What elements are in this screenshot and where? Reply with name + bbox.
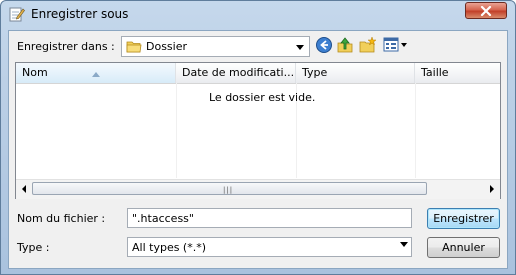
column-header-name-label: Nom [22, 66, 48, 79]
column-header-size[interactable]: Taille [415, 63, 500, 83]
column-header-name[interactable]: Nom [16, 63, 176, 83]
view-menu-button[interactable] [383, 36, 413, 56]
new-folder-icon [359, 36, 377, 53]
filetype-select[interactable]: All types (*.*) [127, 237, 412, 257]
horizontal-scrollbar[interactable]: ||| [16, 179, 500, 199]
sort-ascending-icon [92, 64, 100, 84]
filename-value: ".htaccess" [132, 212, 194, 225]
file-list-body[interactable]: Le dossier est vide. [16, 83, 500, 178]
column-header-type-label: Type [302, 66, 328, 79]
close-icon [480, 6, 492, 16]
column-header-row: Nom Date de modificati... Type Taille [16, 63, 500, 84]
create-folder-button[interactable] [359, 36, 379, 56]
filetype-label: Type : [17, 241, 50, 254]
back-button[interactable] [315, 36, 335, 56]
scroll-right-icon [490, 185, 494, 193]
chevron-down-icon[interactable] [293, 39, 307, 54]
dialog-client-area: Enregistrer dans : Dossier Nom Date de m… [8, 30, 508, 269]
cancel-button[interactable]: Annuler [427, 237, 500, 258]
title-bar[interactable]: Enregistrer sous [1, 1, 515, 29]
close-button[interactable] [465, 2, 507, 19]
up-folder-icon [337, 37, 353, 53]
column-header-date-label: Date de modificati... [182, 66, 295, 79]
notepad-pen-icon [9, 6, 25, 22]
scroll-left-button[interactable] [18, 183, 30, 195]
column-header-size-label: Taille [421, 66, 449, 79]
column-header-type[interactable]: Type [296, 63, 415, 83]
scroll-right-button[interactable] [486, 183, 498, 195]
up-one-level-button[interactable] [336, 36, 356, 56]
filename-input[interactable]: ".htaccess" [127, 208, 412, 228]
save-button[interactable]: Enregistrer [427, 208, 500, 229]
chevron-down-icon[interactable] [400, 242, 408, 247]
window-title: Enregistrer sous [31, 7, 129, 21]
scroll-left-icon [22, 185, 26, 193]
filetype-value: All types (*.*) [132, 241, 207, 254]
column-divider [176, 83, 177, 178]
save-as-dialog: Enregistrer sous Enregistrer dans : Doss… [0, 0, 516, 275]
scrollbar-thumb[interactable]: ||| [32, 182, 427, 195]
column-divider [415, 83, 416, 178]
save-in-label: Enregistrer dans : [17, 40, 115, 53]
save-in-combobox[interactable]: Dossier [121, 36, 310, 57]
file-list-view[interactable]: Nom Date de modificati... Type Taille Le… [15, 62, 501, 199]
folder-icon [126, 39, 142, 57]
save-in-value: Dossier [146, 40, 188, 53]
view-menu-icon [383, 37, 407, 52]
filename-label: Nom du fichier : [17, 212, 106, 225]
back-arrow-icon [316, 37, 332, 53]
empty-folder-message: Le dossier est vide. [209, 91, 316, 104]
scrollbar-grip: ||| [223, 186, 234, 194]
column-header-date[interactable]: Date de modificati... [176, 63, 296, 83]
